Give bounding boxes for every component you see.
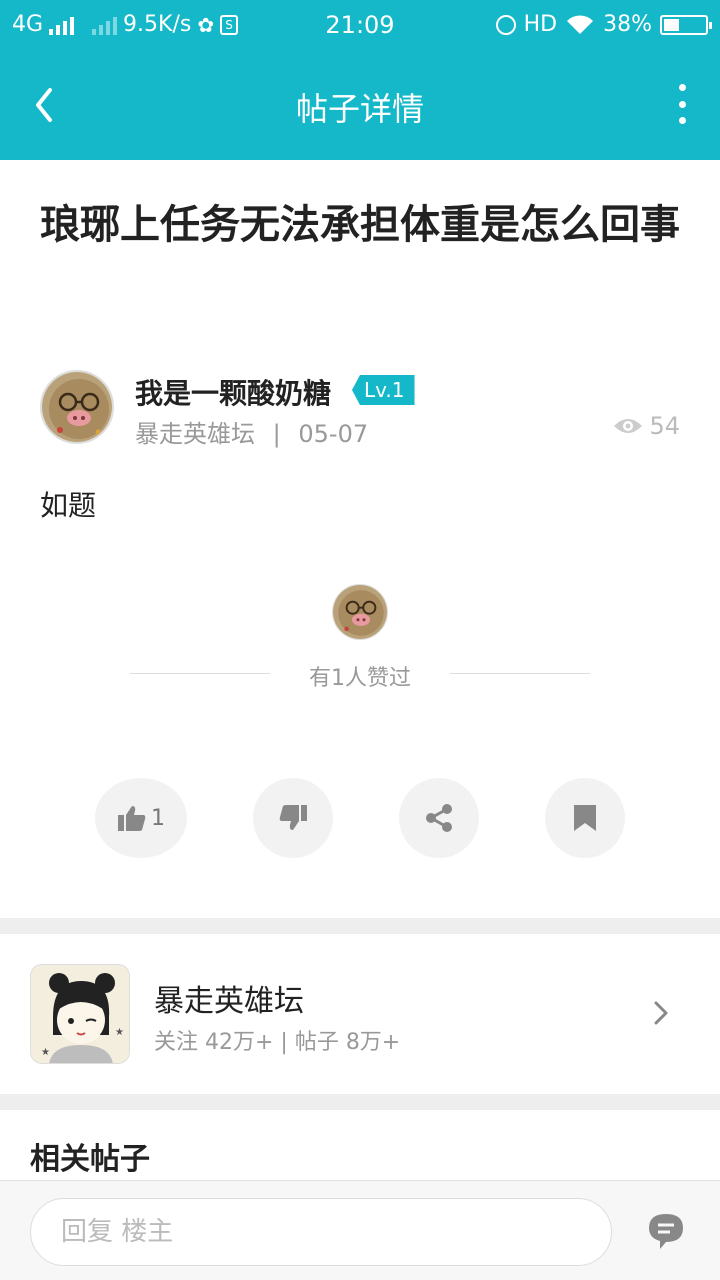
likes-summary: 有1人赞过: [309, 666, 411, 691]
forum-avatar[interactable]: ★ ★: [30, 964, 130, 1064]
share-button[interactable]: [399, 778, 479, 858]
view-count-value: 54: [649, 412, 680, 440]
like-button[interactable]: 1: [95, 778, 187, 858]
more-dot-icon: [678, 117, 686, 124]
forum-name[interactable]: 暴走英雄坛: [154, 976, 304, 1020]
wifi-icon: [567, 14, 594, 34]
svg-text:★: ★: [115, 1027, 124, 1038]
author-name[interactable]: 我是一颗酸奶糖: [135, 372, 331, 412]
post-title: 琅琊上任务无法承担体重是怎么回事: [40, 202, 680, 248]
thumbs-down-icon: [279, 805, 307, 830]
comment-icon: [649, 1214, 683, 1249]
more-options-button[interactable]: [674, 84, 690, 124]
comment-button[interactable]: [646, 1211, 686, 1251]
post-forum[interactable]: 暴走英雄坛: [135, 420, 255, 448]
author-meta: 暴走英雄坛 | 05-07: [135, 414, 368, 449]
section-divider: [0, 1094, 720, 1110]
chevron-right-icon: [654, 1001, 668, 1025]
app-header: 帖子详情: [0, 50, 720, 160]
hd-label: HD: [523, 12, 558, 37]
level-badge: Lv.1: [352, 375, 415, 405]
status-right: HD 38%: [495, 12, 712, 37]
meta-separator: |: [272, 420, 281, 448]
svg-text:★: ★: [41, 1047, 50, 1058]
related-posts-title: 相关帖子: [30, 1142, 150, 1177]
author-avatar[interactable]: [40, 370, 114, 444]
liker-avatar[interactable]: [332, 584, 388, 640]
page-title: 帖子详情: [295, 90, 424, 128]
status-bar: 4G 9.5K/s ✿ S 21:09 HD 38%: [0, 0, 720, 50]
battery-percent: 38%: [603, 12, 652, 37]
alarm-icon: [495, 14, 516, 35]
bookmark-icon: [574, 805, 596, 831]
more-dot-icon: [678, 100, 686, 108]
pig-avatar-image: [42, 372, 112, 442]
reply-input[interactable]: 回复 楼主: [30, 1198, 612, 1266]
post-body: 如题: [40, 489, 97, 522]
more-dot-icon: [678, 84, 686, 91]
like-count: 1: [151, 805, 165, 831]
eye-icon: [614, 419, 643, 433]
reply-bar: 回复 楼主: [0, 1180, 720, 1280]
section-divider: [0, 918, 720, 934]
post-date: 05-07: [298, 420, 369, 448]
dislike-button[interactable]: [253, 778, 333, 858]
share-icon: [426, 804, 452, 832]
bookmark-button[interactable]: [545, 778, 625, 858]
battery-fill: [664, 18, 679, 31]
view-count: 54: [613, 412, 680, 440]
battery-icon: [660, 14, 712, 35]
forum-avatar-image: ★ ★: [31, 965, 129, 1063]
forum-open-button[interactable]: [646, 998, 676, 1028]
thumbs-up-icon: [118, 806, 146, 831]
pig-avatar-image: [333, 585, 387, 639]
forum-meta: 关注 42万+ | 帖子 8万+: [154, 1030, 401, 1055]
